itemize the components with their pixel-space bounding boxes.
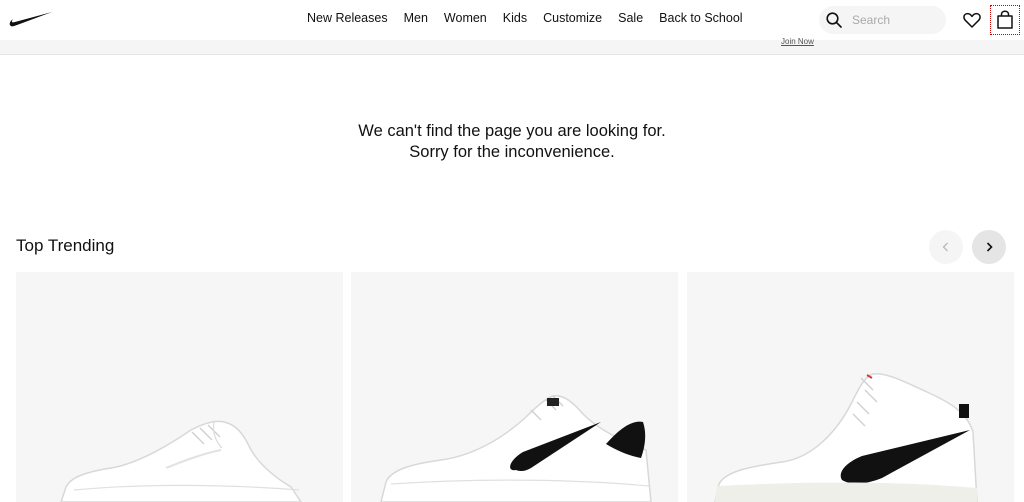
- product-card[interactable]: [16, 272, 343, 502]
- carousel-next-button[interactable]: [972, 230, 1006, 264]
- section-title: Top Trending: [16, 236, 115, 255]
- search-icon[interactable]: [826, 12, 842, 28]
- chevron-left-icon: [942, 242, 948, 252]
- sneaker-image: [714, 373, 978, 502]
- swoosh-logo[interactable]: [9, 10, 53, 28]
- sneaker-image: [60, 420, 302, 502]
- nav-back-to-school[interactable]: Back to School: [659, 11, 742, 25]
- nav-kids[interactable]: Kids: [503, 11, 527, 25]
- main-nav: New Releases Men Women Kids Customize Sa…: [307, 11, 759, 25]
- bag-button[interactable]: [990, 5, 1020, 35]
- search-box[interactable]: [819, 6, 946, 34]
- shopping-bag-icon: [997, 10, 1013, 29]
- nav-customize[interactable]: Customize: [543, 11, 602, 25]
- promo-banner: Join Now: [0, 37, 1024, 55]
- nav-new-releases[interactable]: New Releases: [307, 11, 388, 25]
- chevron-right-icon: [986, 242, 993, 252]
- error-line-2: Sorry for the inconvenience.: [409, 143, 615, 161]
- heart-icon[interactable]: [962, 10, 982, 30]
- error-message: We can't find the page you are looking f…: [0, 121, 1024, 163]
- product-card[interactable]: [687, 272, 1014, 502]
- nav-men[interactable]: Men: [404, 11, 428, 25]
- join-now-link[interactable]: Join Now: [781, 37, 814, 46]
- carousel-prev-button[interactable]: [929, 230, 963, 264]
- product-card[interactable]: [351, 272, 678, 502]
- search-input[interactable]: [852, 11, 940, 29]
- nav-women[interactable]: Women: [444, 11, 487, 25]
- sneaker-image: [380, 394, 652, 502]
- error-line-1: We can't find the page you are looking f…: [358, 122, 666, 140]
- site-header: New Releases Men Women Kids Customize Sa…: [0, 0, 1024, 40]
- nav-sale[interactable]: Sale: [618, 11, 643, 25]
